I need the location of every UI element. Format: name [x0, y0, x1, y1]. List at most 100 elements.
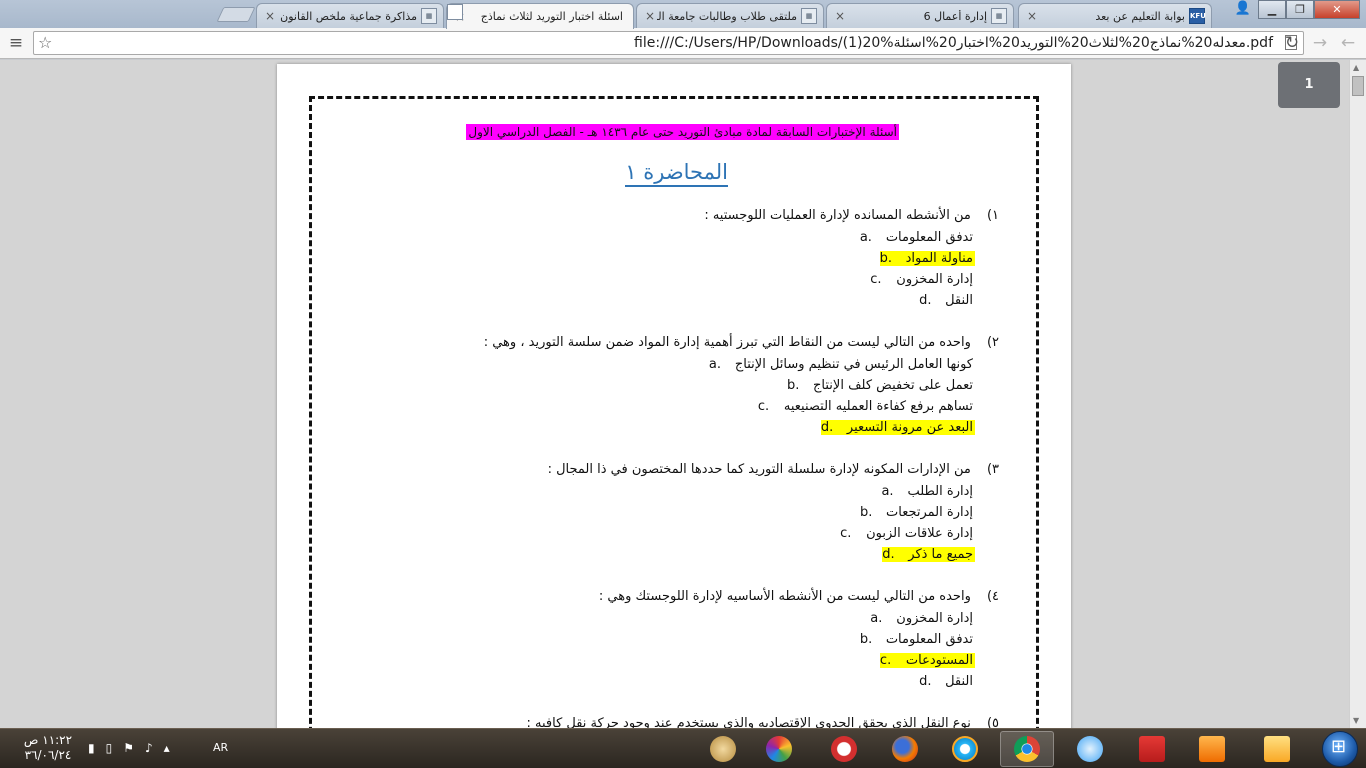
- option-text: النقل: [945, 674, 973, 689]
- option-2c: c. تساهم برفع كفاءة العمليه التصنيعيه: [758, 399, 975, 414]
- new-tab-button[interactable]: [216, 7, 256, 22]
- tab-close-icon[interactable]: ×: [263, 9, 277, 23]
- tab-business-admin[interactable]: × إدارة أعمال 6 ▦: [826, 3, 1014, 28]
- tab-close-icon[interactable]: ×: [1025, 9, 1039, 23]
- system-clock[interactable]: ١١:٢٢ ص ٣٦/٠٦/٢٤: [18, 733, 78, 763]
- tab-notes[interactable]: × مذاكرة جماعية ملخص القانون التج ▦: [256, 3, 444, 28]
- back-icon[interactable]: ←: [1336, 32, 1360, 54]
- option-1c: c. إدارة المخزون: [870, 272, 975, 287]
- tab-title: مذاكرة جماعية ملخص القانون التج: [277, 9, 417, 23]
- option-letter: d.: [820, 420, 834, 435]
- option-3a: a. إدارة الطلب: [881, 484, 975, 499]
- forward-icon[interactable]: →: [1308, 32, 1332, 54]
- question-number: ٢): [986, 335, 999, 350]
- option-3b: b. إدارة المرتجعات: [860, 505, 975, 520]
- option-letter: d.: [919, 674, 932, 689]
- volume-icon[interactable]: ♪: [145, 741, 153, 755]
- tab-title: اسئلة اختبار التوريد لثلاث نماذج: [480, 10, 623, 23]
- option-text: البعد عن مرونة التسعير: [846, 420, 973, 435]
- media-player-icon[interactable]: [1185, 731, 1239, 767]
- bookmark-star-icon[interactable]: ☆: [38, 33, 52, 52]
- windows-taskbar: ١١:٢٢ ص ٣٦/٠٦/٢٤ ▮ ▯ ⚑ ♪ ▴ AR: [0, 728, 1366, 768]
- language-indicator[interactable]: AR: [213, 741, 228, 754]
- address-url[interactable]: file:///C:/Users/HP/Downloads/(1)20%معدل…: [634, 35, 1273, 51]
- chrome-menu-icon[interactable]: ≡: [4, 32, 28, 54]
- paint-icon[interactable]: [696, 731, 750, 767]
- tab-close-icon[interactable]: ×: [833, 9, 847, 23]
- question-1: ١) من الأنشطه المسانده لإدارة العمليات ا…: [704, 208, 999, 223]
- option-text: تدفق المعلومات: [885, 230, 973, 245]
- document-header: أسئلة الإختبارات السابقة لمادة مبادئ الت…: [466, 124, 899, 140]
- ie-icon[interactable]: [938, 731, 992, 767]
- option-1b-correct: b. مناولة المواد: [879, 251, 975, 266]
- option-text: إدارة المخزون: [896, 272, 973, 287]
- option-letter: b.: [879, 251, 892, 266]
- system-tray: ▮ ▯ ⚑ ♪ ▴: [88, 741, 170, 755]
- address-bar[interactable]: ☆ file:///C:/Users/HP/Downloads/(1)20%مع…: [33, 31, 1304, 55]
- tab-elearning-portal[interactable]: × بوابة التعليم عن بعد KFU: [1018, 3, 1212, 28]
- signal-icon[interactable]: ▮: [88, 741, 95, 755]
- option-letter: c.: [840, 526, 852, 541]
- tab-supply-exam-pdf[interactable]: × اسئلة اختبار التوريد لثلاث نماذج: [446, 3, 634, 29]
- question-text: من الأنشطه المسانده لإدارة العمليات اللو…: [704, 208, 971, 223]
- vertical-scrollbar[interactable]: ▲ ▼: [1349, 60, 1366, 728]
- scroll-down-icon[interactable]: ▼: [1353, 716, 1359, 725]
- question-text: واحده من التالي ليست من الأنشطه الأساسيه…: [598, 589, 971, 604]
- scroll-up-icon[interactable]: ▲: [1353, 63, 1359, 72]
- pdf-page: أسئلة الإختبارات السابقة لمادة مبادئ الت…: [277, 64, 1071, 728]
- option-letter: d.: [882, 547, 895, 562]
- windows-start-button[interactable]: [1322, 731, 1358, 767]
- option-letter: b.: [859, 632, 873, 647]
- question-text: نوع النقل الذي يحقق الجدوى الإقتصاديه وا…: [526, 716, 971, 728]
- explorer-folder-icon[interactable]: [1250, 731, 1304, 767]
- pdf-viewer[interactable]: أسئلة الإختبارات السابقة لمادة مبادئ الت…: [0, 60, 1366, 728]
- network-icon[interactable]: ⚑: [123, 741, 134, 755]
- question-2: ٢) واحده من التالي ليست من النقاط التي ت…: [484, 335, 999, 350]
- option-letter: a.: [881, 484, 894, 499]
- option-4b: b. تدفق المعلومات: [860, 632, 975, 647]
- kfu-favicon-icon: KFU: [1189, 8, 1206, 24]
- close-window-button[interactable]: ✕: [1314, 0, 1360, 19]
- option-text: كونها العامل الرئيس في تنظيم وسائل الإنت…: [734, 357, 973, 372]
- question-number: ١): [986, 208, 999, 223]
- option-letter: a.: [870, 611, 883, 626]
- option-3d-correct: d. جميع ما ذكر: [882, 547, 975, 562]
- picasa-icon[interactable]: [752, 731, 806, 767]
- page-number-indicator: 1: [1278, 62, 1340, 108]
- acrobat-icon[interactable]: [1125, 731, 1179, 767]
- tab-title: ملتقى طلاب وطالبات جامعة الملك: [657, 9, 797, 23]
- option-text: مناولة المواد: [905, 251, 973, 266]
- tab-close-icon[interactable]: ×: [643, 9, 657, 23]
- show-hidden-icons-icon[interactable]: ▴: [164, 741, 170, 755]
- user-profile-icon[interactable]: 👤: [1230, 1, 1256, 19]
- firefox-icon[interactable]: [878, 731, 932, 767]
- option-letter: b.: [860, 505, 873, 520]
- clock-date: ٣٦/٠٦/٢٤: [24, 748, 72, 762]
- tab-forum[interactable]: × ملتقى طلاب وطالبات جامعة الملك ▦: [636, 3, 824, 28]
- option-2b: b. تعمل على تخفيض كلف الإنتاج: [787, 378, 975, 393]
- option-letter: b.: [787, 378, 800, 393]
- tab-favicon-icon: ▦: [421, 8, 437, 24]
- option-text: إدارة الطلب: [907, 484, 973, 499]
- question-text: من الإدارات المكونه لإدارة سلسلة التوريد…: [547, 462, 971, 477]
- battery-icon[interactable]: ▯: [106, 741, 113, 755]
- document-favicon-icon: [447, 4, 463, 20]
- chrome-icon[interactable]: [1000, 731, 1054, 767]
- option-2a: a. كونها العامل الرئيس في تنظيم وسائل الإ…: [709, 357, 975, 372]
- window-controls: ▁ ❐ ✕: [1258, 0, 1360, 19]
- scrollbar-thumb[interactable]: [1352, 76, 1364, 96]
- messenger-icon[interactable]: [1063, 731, 1117, 767]
- maximize-button[interactable]: ❐: [1286, 0, 1314, 19]
- option-letter: a.: [859, 230, 872, 245]
- opera-icon[interactable]: [817, 731, 871, 767]
- question-number: ٥): [986, 716, 999, 728]
- option-letter: c.: [757, 399, 770, 414]
- tab-favicon-icon: ▦: [801, 8, 817, 24]
- tab-title: بوابة التعليم عن بعد: [1095, 9, 1185, 23]
- option-4c-correct: c. المستودعات: [879, 653, 975, 668]
- reload-icon[interactable]: ↻: [1280, 32, 1304, 54]
- option-1d: d. النقل: [919, 293, 975, 308]
- option-letter: a.: [708, 357, 722, 372]
- option-text: المستودعات: [905, 653, 973, 668]
- minimize-button[interactable]: ▁: [1258, 0, 1286, 19]
